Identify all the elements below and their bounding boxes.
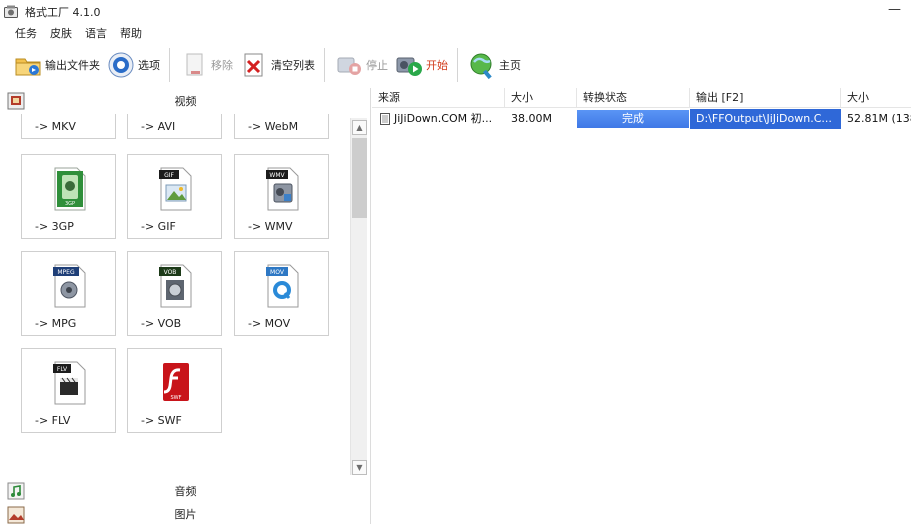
file-icon — [380, 113, 390, 125]
tile-wmv[interactable]: WMV -> WMV — [234, 154, 329, 239]
window-title: 格式工厂 4.1.0 — [25, 5, 101, 19]
conversion-category-panel: 视频 -> MKV -> AVI -> WebM 3GP -> 3GP GIF … — [0, 88, 371, 524]
column-size[interactable]: 大小 — [505, 88, 577, 108]
cell-output: D:\FFOutput\JiJiDown.C... — [690, 109, 841, 129]
tile-avi[interactable]: -> AVI — [127, 114, 222, 139]
scrollbar-thumb[interactable] — [352, 138, 367, 218]
mov-file-icon: MOV — [265, 264, 298, 308]
menu-help[interactable]: 帮助 — [120, 25, 142, 41]
category-video[interactable]: 视频 — [0, 88, 371, 114]
format-tile-grid: -> MKV -> AVI -> WebM 3GP -> 3GP GIF -> … — [0, 114, 351, 476]
tile-flv[interactable]: FLV -> FLV — [21, 348, 116, 433]
tile-swf[interactable]: SWF -> SWF — [127, 348, 222, 433]
menu-skin[interactable]: 皮肤 — [50, 25, 72, 41]
tile-mov[interactable]: MOV -> MOV — [234, 251, 329, 336]
3gp-file-icon: 3GP — [54, 167, 85, 211]
vob-file-icon: VOB — [158, 264, 191, 308]
wmv-file-icon: WMV — [265, 167, 298, 211]
minimize-button[interactable]: — — [888, 2, 901, 17]
flv-file-icon: FLV — [52, 361, 85, 405]
category-image[interactable]: 图片 — [0, 506, 371, 524]
cell-source: JiJiDown.COM 初... — [372, 109, 505, 129]
svg-text:3GP: 3GP — [64, 201, 74, 207]
task-list-table: 来源 大小 转换状态 输出 [F2] 大小 JiJiDown.COM 初... … — [372, 88, 911, 524]
svg-text:MPEG: MPEG — [57, 269, 75, 276]
svg-text:FLV: FLV — [56, 366, 67, 373]
title-bar: 格式工厂 4.1.0 — — [0, 0, 911, 23]
remove-button[interactable]: 移除 — [176, 47, 236, 83]
svg-text:GIF: GIF — [164, 172, 174, 179]
menu-task[interactable]: 任务 — [15, 25, 37, 41]
column-status[interactable]: 转换状态 — [577, 88, 690, 108]
toolbar-separator — [457, 48, 458, 82]
table-header: 来源 大小 转换状态 输出 [F2] 大小 — [372, 88, 911, 108]
cell-status: 完成 — [577, 109, 690, 129]
gif-file-icon: GIF — [158, 167, 191, 211]
clear-list-icon — [244, 53, 263, 77]
audio-category-icon — [7, 482, 25, 500]
folder-icon — [15, 58, 41, 76]
tile-gif[interactable]: GIF -> GIF — [127, 154, 222, 239]
start-icon — [396, 57, 422, 76]
options-button[interactable]: 选项 — [103, 47, 163, 83]
svg-text:VOB: VOB — [163, 269, 176, 276]
start-button[interactable]: 开始 — [391, 47, 451, 83]
scroll-down-arrow-icon[interactable]: ▼ — [352, 460, 367, 475]
status-progress-bar: 完成 — [577, 110, 689, 128]
column-source[interactable]: 来源 — [372, 88, 505, 108]
video-category-icon — [7, 92, 25, 110]
toolbar-separator — [324, 48, 325, 82]
category-audio[interactable]: 音频 — [0, 478, 371, 504]
toolbar-separator — [169, 48, 170, 82]
menu-bar: 任务 皮肤 语言 帮助 — [0, 24, 155, 42]
tile-grid-scrollbar[interactable]: ▲ ▼ — [350, 118, 367, 475]
cell-output-size: 52.81M (138 — [847, 112, 911, 125]
cell-size: 38.00M — [511, 112, 552, 125]
tile-mpg[interactable]: MPEG -> MPG — [21, 251, 116, 336]
home-globe-icon — [470, 53, 492, 80]
stop-button[interactable]: 停止 — [331, 47, 391, 83]
column-output-size[interactable]: 大小 — [841, 88, 911, 108]
remove-document-icon — [186, 53, 203, 76]
table-row[interactable]: JiJiDown.COM 初... 38.00M 完成 D:\FFOutput\… — [372, 109, 911, 129]
swf-file-icon: SWF — [162, 363, 189, 401]
mpeg-file-icon: MPEG — [52, 264, 85, 308]
column-output[interactable]: 输出 [F2] — [690, 88, 841, 108]
stop-icon — [337, 57, 361, 75]
image-category-icon — [7, 506, 25, 524]
tile-vob[interactable]: VOB -> VOB — [127, 251, 222, 336]
menu-language[interactable]: 语言 — [85, 25, 107, 41]
tile-3gp[interactable]: 3GP -> 3GP — [21, 154, 116, 239]
svg-text:MOV: MOV — [270, 269, 285, 276]
toolbar: 输出文件夹 选项 移除 清空列表 停止 开始 主页 — [0, 44, 911, 86]
tile-webm[interactable]: -> WebM — [234, 114, 329, 139]
home-button[interactable]: 主页 — [464, 47, 524, 83]
output-folder-button[interactable]: 输出文件夹 — [10, 47, 103, 83]
scroll-up-arrow-icon[interactable]: ▲ — [352, 120, 367, 135]
clear-list-button[interactable]: 清空列表 — [236, 47, 318, 83]
svg-text:WMV: WMV — [269, 172, 285, 179]
options-gear-icon — [108, 52, 134, 78]
svg-text:SWF: SWF — [170, 395, 181, 401]
tile-mkv[interactable]: -> MKV — [21, 114, 116, 139]
app-logo-icon — [4, 5, 18, 18]
